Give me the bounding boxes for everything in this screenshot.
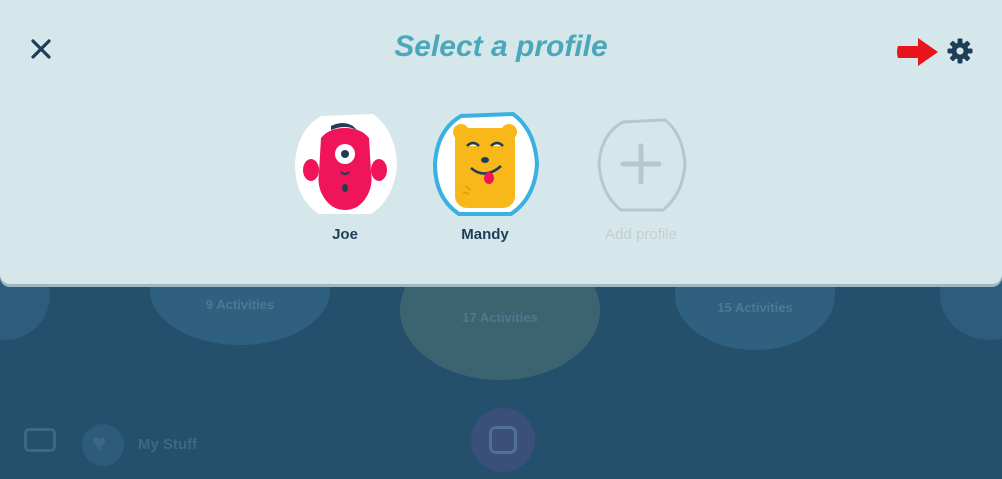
avatar [431, 110, 540, 218]
bg-card-1-label: 9 Activities [205, 297, 275, 312]
modal-title: Select a profile [394, 30, 608, 63]
films-icon [24, 428, 56, 452]
heart-icon [82, 424, 124, 466]
my-stuff-label: My Stuff [138, 436, 198, 453]
camera-icon [471, 408, 535, 472]
add-profile-avatar [587, 110, 695, 218]
add-profile-button[interactable]: Add profile [586, 110, 696, 243]
plus-icon [597, 118, 687, 212]
profile-select-modal: Select a profile Joe Mandy Add profile [0, 0, 1002, 284]
gear-icon [947, 38, 973, 64]
yellow-bear-icon [432, 111, 540, 216]
add-profile-label: Add profile [605, 226, 677, 243]
settings-button[interactable] [946, 37, 974, 65]
avatar [291, 110, 399, 218]
bg-card-3-label: 15 Activities [717, 300, 793, 315]
profile-mandy[interactable]: Mandy [430, 110, 540, 243]
pink-monster-icon [295, 114, 397, 214]
bg-card-2-label: 17 Activities [462, 310, 538, 325]
arrow-annotation-icon [894, 36, 940, 68]
profile-joe[interactable]: Joe [290, 110, 400, 243]
profile-name-joe: Joe [332, 226, 358, 243]
profile-name-mandy: Mandy [461, 226, 509, 243]
